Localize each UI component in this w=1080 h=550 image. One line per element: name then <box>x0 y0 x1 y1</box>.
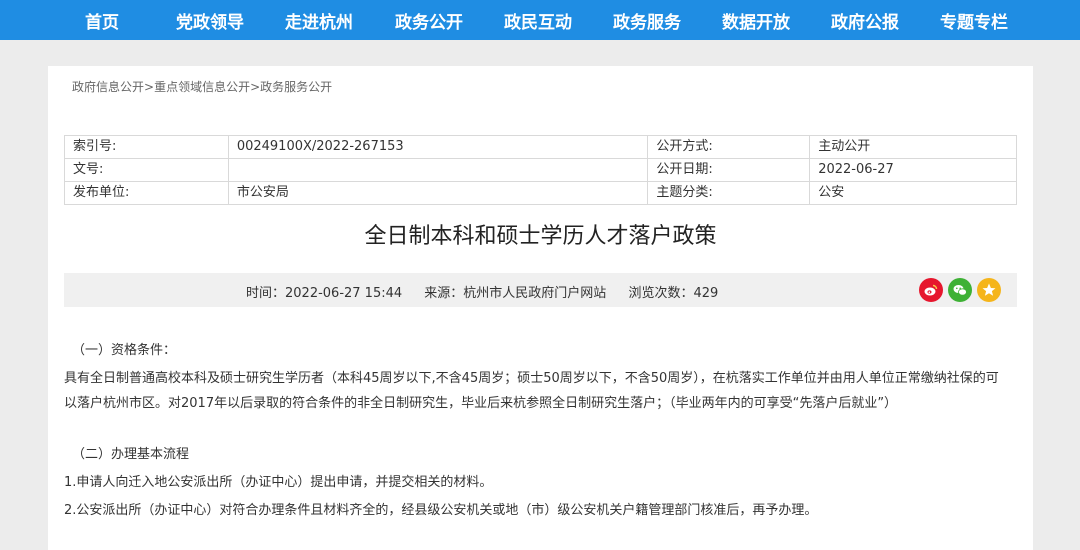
top-navigation: 首页 党政领导 走进杭州 政务公开 政民互动 政务服务 数据开放 政府公报 专题… <box>0 0 1080 40</box>
content-panel: 政府信息公开>重点领域信息公开>政务服务公开 索引号: 00249100X/20… <box>48 66 1033 550</box>
document-meta-table: 索引号: 00249100X/2022-267153 公开方式: 主动公开 文号… <box>64 135 1017 205</box>
meta-label-publisher: 发布单位: <box>64 181 229 205</box>
nav-gov-affairs[interactable]: 政务公开 <box>395 8 463 33</box>
nav-gazette[interactable]: 政府公报 <box>831 8 899 33</box>
meta-value-publisher: 市公安局 <box>227 181 649 205</box>
meta-value-category: 公安 <box>809 181 1017 205</box>
meta-label-publish-mode: 公开方式: <box>647 135 811 159</box>
breadcrumb-separator: > <box>144 80 155 94</box>
meta-label-publish-date: 公开日期: <box>647 158 811 182</box>
paragraph-process-step-1: 1.申请人向迁入地公安派出所（办证中心）提出申请，并提交相关的材料。 <box>64 475 493 490</box>
nav-home[interactable]: 首页 <box>85 8 119 33</box>
breadcrumb-service-info[interactable]: 政务服务公开 <box>260 80 332 94</box>
meta-value-doc-number <box>227 158 649 182</box>
meta-value-publish-date: 2022-06-27 <box>809 158 1017 182</box>
table-row: 文号: 公开日期: 2022-06-27 <box>64 158 1017 182</box>
breadcrumb-gov-info[interactable]: 政府信息公开 <box>72 80 144 94</box>
nav-services[interactable]: 政务服务 <box>613 8 681 33</box>
nav-interaction[interactable]: 政民互动 <box>504 8 572 33</box>
meta-label-index: 索引号: <box>64 135 229 159</box>
table-row: 索引号: 00249100X/2022-267153 公开方式: 主动公开 <box>64 135 1017 159</box>
breadcrumb-separator: > <box>250 80 261 94</box>
article-views: 浏览次数：429 <box>628 286 719 301</box>
paragraph-eligibility: 具有全日制普通高校本科及硕士研究生学历者（本科45周岁以下,不含45周岁；硕士5… <box>64 371 999 411</box>
nav-special[interactable]: 专题专栏 <box>940 8 1008 33</box>
article-source: 来源：杭州市人民政府门户网站 <box>424 286 607 301</box>
breadcrumb: 政府信息公开>重点领域信息公开>政务服务公开 <box>72 78 332 95</box>
article-time: 时间：2022-06-27 15:44 <box>246 286 403 301</box>
paragraph-process-step-2: 2.公安派出所（办证中心）对符合办理条件且材料齐全的，经县级公安机关或地（市）级… <box>64 503 818 518</box>
nav-leadership[interactable]: 党政领导 <box>176 8 244 33</box>
table-row: 发布单位: 市公安局 主题分类: 公安 <box>64 181 1017 205</box>
section-heading-process: （二）办理基本流程 <box>72 447 190 462</box>
meta-value-publish-mode: 主动公开 <box>809 135 1017 159</box>
weibo-share-icon[interactable] <box>919 278 943 302</box>
article-info-bar: 时间：2022-06-27 15:44 来源：杭州市人民政府门户网站 浏览次数：… <box>64 273 1017 307</box>
article-title: 全日制本科和硕士学历人才落户政策 <box>364 224 717 249</box>
wechat-share-icon[interactable] <box>948 278 972 302</box>
meta-label-doc-number: 文号: <box>64 158 229 182</box>
meta-label-category: 主题分类: <box>647 181 811 205</box>
section-heading-eligibility: （一）资格条件： <box>72 343 177 358</box>
qzone-share-icon[interactable] <box>977 278 1001 302</box>
article-info: 时间：2022-06-27 15:44 来源：杭州市人民政府门户网站 浏览次数：… <box>246 282 736 301</box>
breadcrumb-key-areas[interactable]: 重点领域信息公开 <box>154 80 250 94</box>
nav-about-city[interactable]: 走进杭州 <box>285 8 353 33</box>
meta-value-index: 00249100X/2022-267153 <box>227 135 649 159</box>
article-body: （一）资格条件： 具有全日制普通高校本科及硕士研究生学历者（本科45周岁以下,不… <box>64 338 1004 523</box>
nav-open-data[interactable]: 数据开放 <box>722 8 790 33</box>
